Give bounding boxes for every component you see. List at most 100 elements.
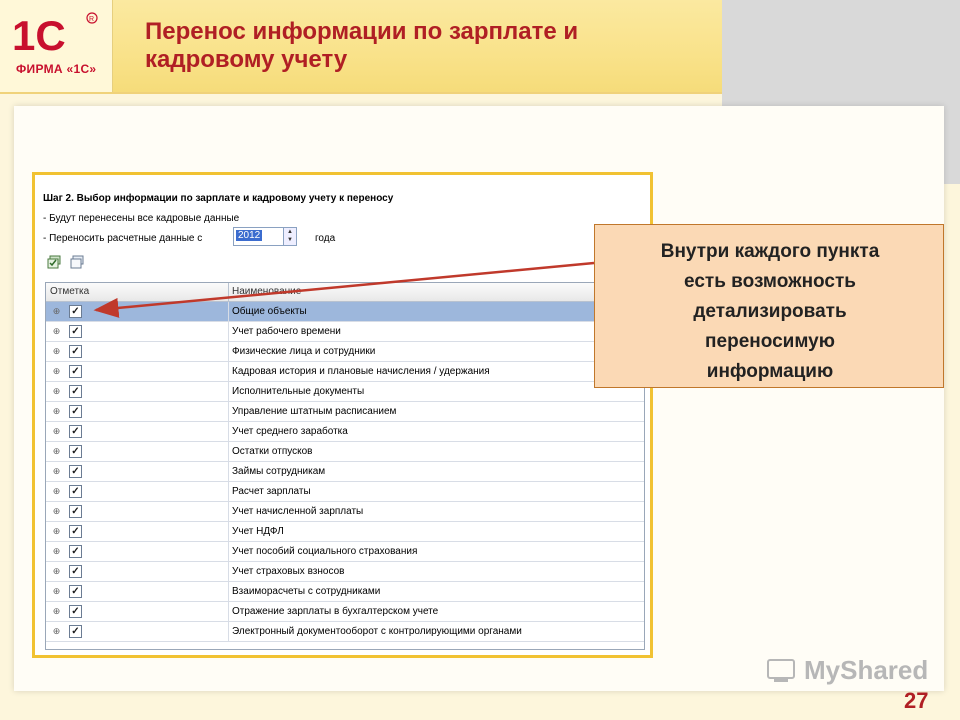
callout-line: детализировать bbox=[693, 301, 847, 322]
row-checkbox[interactable]: ✓ bbox=[69, 605, 82, 618]
calc-data-label: - Переносить расчетные данные с bbox=[43, 233, 203, 244]
row-name: Учет рабочего времени bbox=[232, 326, 341, 337]
expand-icon[interactable]: ⊕ bbox=[52, 467, 61, 476]
table-row[interactable]: ⊕ ✓ Электронный документооборот с контроли… bbox=[46, 622, 644, 642]
check-all-icon[interactable] bbox=[47, 255, 61, 269]
column-header-mark[interactable]: Отметка bbox=[50, 286, 89, 297]
row-checkbox[interactable]: ✓ bbox=[69, 405, 82, 418]
page-number: 27 bbox=[904, 688, 929, 713]
row-name: Учет страховых взносов bbox=[232, 566, 345, 577]
callout-box: Внутри каждого пункта есть возможность дет… bbox=[594, 224, 944, 388]
row-name: Кадровая история и плановые начисления /… bbox=[232, 366, 490, 377]
myshared-logo-icon bbox=[767, 659, 795, 682]
row-checkbox[interactable]: ✓ bbox=[69, 305, 82, 318]
expand-icon[interactable]: ⊕ bbox=[52, 607, 61, 616]
expand-icon[interactable]: ⊕ bbox=[52, 327, 61, 336]
page-title: Перенос информации по зарплате и кадрово… bbox=[145, 18, 705, 74]
row-name: Учет пособий социального страхования bbox=[232, 546, 418, 557]
callout-line: переносимую bbox=[705, 331, 835, 352]
row-checkbox[interactable]: ✓ bbox=[69, 545, 82, 558]
expand-icon[interactable]: ⊕ bbox=[52, 427, 61, 436]
row-name: Учет начисленной зарплаты bbox=[232, 506, 364, 517]
row-name: Учет среднего заработка bbox=[232, 426, 348, 437]
expand-icon[interactable]: ⊕ bbox=[52, 487, 61, 496]
svg-text:1С: 1С bbox=[12, 12, 66, 58]
row-name: Общие объекты bbox=[232, 306, 307, 317]
table-row[interactable]: ⊕ ✓ Займы сотрудникам bbox=[46, 462, 644, 482]
row-checkbox[interactable]: ✓ bbox=[69, 565, 82, 578]
expand-icon[interactable]: ⊕ bbox=[52, 347, 61, 356]
step-title: Шаг 2. Выбор информации по зарплате и ка… bbox=[43, 193, 394, 204]
table-row[interactable]: ⊕ ✓ Управление штатным расписанием bbox=[46, 402, 644, 422]
callout-text: Внутри каждого пункта есть возможность дет… bbox=[605, 237, 935, 387]
data-table: Отметка Наименование ⊕ ✓ Общие объекты ⊕ ✓ Уч… bbox=[45, 282, 645, 650]
title-line-2: кадровому учету bbox=[145, 46, 348, 73]
row-name: Остатки отпусков bbox=[232, 446, 313, 457]
callout-line: Внутри каждого пункта bbox=[660, 241, 880, 262]
row-checkbox[interactable]: ✓ bbox=[69, 505, 82, 518]
table-row[interactable]: ⊕ ✓ Исполнительные документы bbox=[46, 382, 644, 402]
hr-data-note: - Будут перенесены все кадровые данные bbox=[43, 213, 240, 224]
expand-icon[interactable]: ⊕ bbox=[52, 527, 61, 536]
uncheck-all-icon[interactable] bbox=[70, 255, 84, 269]
row-name: Займы сотрудникам bbox=[232, 466, 326, 477]
row-name: Учет НДФЛ bbox=[232, 526, 284, 537]
callout-line: есть возможность bbox=[684, 271, 856, 292]
logo-text: ФИРМА «1С» bbox=[16, 62, 97, 76]
table-header: Отметка Наименование bbox=[46, 283, 644, 302]
table-row[interactable]: ⊕ ✓ Остатки отпусков bbox=[46, 442, 644, 462]
year-input[interactable]: 2012 ▲ ▼ bbox=[233, 227, 297, 246]
row-checkbox[interactable]: ✓ bbox=[69, 385, 82, 398]
table-row[interactable]: ⊕ ✓ Учет среднего заработка bbox=[46, 422, 644, 442]
table-row[interactable]: ⊕ ✓ Учет НДФЛ bbox=[46, 522, 644, 542]
expand-icon[interactable]: ⊕ bbox=[52, 367, 61, 376]
row-checkbox[interactable]: ✓ bbox=[69, 485, 82, 498]
row-checkbox[interactable]: ✓ bbox=[69, 425, 82, 438]
year-value: 2012 bbox=[236, 230, 263, 241]
table-row[interactable]: ⊕ ✓ Общие объекты bbox=[46, 302, 644, 322]
expand-icon[interactable]: ⊕ bbox=[52, 567, 61, 576]
table-row[interactable]: ⊕ ✓ Физические лица и сотрудники bbox=[46, 342, 644, 362]
title-line-1: Перенос информации по зарплате и bbox=[145, 18, 579, 45]
row-name: Исполнительные документы bbox=[232, 386, 365, 397]
expand-icon[interactable]: ⊕ bbox=[52, 547, 61, 556]
row-checkbox[interactable]: ✓ bbox=[69, 625, 82, 638]
expand-icon[interactable]: ⊕ bbox=[52, 627, 61, 636]
1c-logo-icon: 1С R bbox=[12, 12, 98, 58]
table-body: ⊕ ✓ Общие объекты ⊕ ✓ Учет рабочего времени ⊕ ✓… bbox=[46, 302, 644, 642]
table-row[interactable]: ⊕ ✓ Отражение зарплаты в бухгалтерском уче… bbox=[46, 602, 644, 622]
expand-icon[interactable]: ⊕ bbox=[52, 507, 61, 516]
svg-text:R: R bbox=[89, 16, 94, 23]
year-suffix: года bbox=[315, 233, 336, 244]
watermark: MyShared bbox=[804, 655, 929, 685]
row-name: Управление штатным расписанием bbox=[232, 406, 397, 417]
table-row[interactable]: ⊕ ✓ Взаиморасчеты с сотрудниками bbox=[46, 582, 644, 602]
expand-icon[interactable]: ⊕ bbox=[52, 387, 61, 396]
table-row[interactable]: ⊕ ✓ Учет рабочего времени bbox=[46, 322, 644, 342]
row-checkbox[interactable]: ✓ bbox=[69, 585, 82, 598]
row-name: Взаиморасчеты с сотрудниками bbox=[232, 586, 381, 597]
row-checkbox[interactable]: ✓ bbox=[69, 325, 82, 338]
row-checkbox[interactable]: ✓ bbox=[69, 345, 82, 358]
table-row[interactable]: ⊕ ✓ Учет пособий социального страхования bbox=[46, 542, 644, 562]
logo: 1С R ФИРМА «1С» bbox=[0, 0, 113, 92]
row-name: Расчет зарплаты bbox=[232, 486, 311, 497]
row-name: Электронный документооборот с контролиру… bbox=[232, 626, 522, 637]
expand-icon[interactable]: ⊕ bbox=[52, 407, 61, 416]
row-name: Отражение зарплаты в бухгалтерском учете bbox=[232, 606, 439, 617]
table-row[interactable]: ⊕ ✓ Кадровая история и плановые начисления… bbox=[46, 362, 644, 382]
table-row[interactable]: ⊕ ✓ Расчет зарплаты bbox=[46, 482, 644, 502]
year-spinner[interactable]: ▲ ▼ bbox=[283, 228, 296, 245]
expand-icon[interactable]: ⊕ bbox=[52, 307, 61, 316]
column-header-name[interactable]: Наименование bbox=[232, 286, 301, 297]
row-checkbox[interactable]: ✓ bbox=[69, 445, 82, 458]
expand-icon[interactable]: ⊕ bbox=[52, 447, 61, 456]
table-row[interactable]: ⊕ ✓ Учет начисленной зарплаты bbox=[46, 502, 644, 522]
row-checkbox[interactable]: ✓ bbox=[69, 525, 82, 538]
row-name: Физические лица и сотрудники bbox=[232, 346, 376, 357]
toolbar bbox=[47, 255, 90, 272]
row-checkbox[interactable]: ✓ bbox=[69, 365, 82, 378]
row-checkbox[interactable]: ✓ bbox=[69, 465, 82, 478]
expand-icon[interactable]: ⊕ bbox=[52, 587, 61, 596]
table-row[interactable]: ⊕ ✓ Учет страховых взносов bbox=[46, 562, 644, 582]
